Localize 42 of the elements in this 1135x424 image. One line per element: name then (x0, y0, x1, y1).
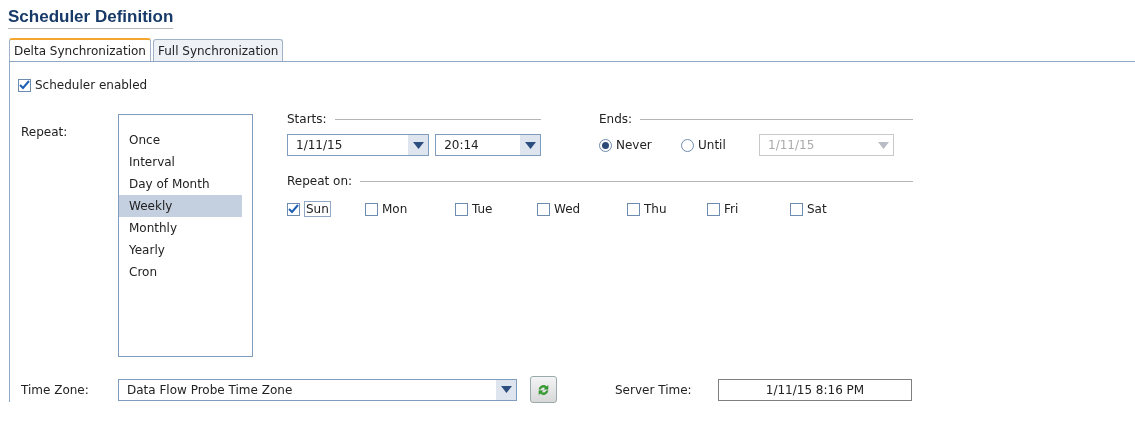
checkbox-label: Sun (304, 201, 331, 217)
radio-label: Until (698, 138, 726, 152)
server-time-field: 1/11/15 8:16 PM (718, 378, 912, 401)
list-item[interactable]: Yearly (119, 239, 242, 261)
field-label: Repeat: (21, 125, 68, 139)
checkbox-label: Sat (807, 202, 827, 216)
checkbox[interactable] (707, 202, 720, 216)
list-item[interactable]: Once (119, 129, 242, 151)
checkbox-label: Thu (644, 202, 667, 216)
checkbox-label: Fri (724, 202, 739, 216)
checkbox[interactable] (287, 202, 300, 216)
refresh-icon[interactable] (530, 376, 557, 403)
checkbox[interactable] (790, 202, 803, 216)
list-item[interactable]: Cron (119, 261, 242, 283)
checkbox-label: Wed (554, 202, 581, 216)
checkbox-label: Scheduler enabled (35, 78, 148, 92)
checkbox[interactable] (455, 202, 468, 216)
date-dropdown[interactable]: 1/11/15 (287, 134, 430, 156)
time-dropdown[interactable]: 20:14 (435, 134, 541, 156)
tab[interactable]: Delta Synchronization (9, 38, 151, 62)
checkbox-label: Tue (472, 202, 493, 216)
section-label: Repeat on: (287, 174, 353, 188)
checkbox[interactable] (365, 202, 378, 216)
section-label: Starts: (287, 112, 327, 126)
repeat-list[interactable]: Once Interval Day of Month Weekly Monthly Yearly Cron (118, 114, 253, 357)
list-item[interactable]: Interval (119, 151, 242, 173)
section-title: Scheduler Definition (8, 7, 174, 29)
checkbox-label: Mon (382, 202, 408, 216)
checkbox[interactable] (18, 78, 31, 92)
tab[interactable]: Full Synchronization (152, 39, 284, 61)
field-label: Server Time: (615, 382, 693, 397)
list-item[interactable]: Day of Month (119, 173, 242, 195)
checkbox[interactable] (627, 202, 640, 216)
list-item[interactable]: Monthly (119, 217, 242, 239)
section-label: Ends: (599, 112, 633, 126)
list-item[interactable]: Weekly (119, 195, 242, 217)
checkbox[interactable] (537, 202, 550, 216)
field-label: Time Zone: (21, 382, 89, 397)
radio-button[interactable] (681, 138, 694, 152)
radio-label: Never (616, 138, 652, 152)
time-zone-dropdown[interactable]: Data Flow Probe Time Zone (118, 378, 517, 401)
radio-button[interactable] (599, 138, 612, 152)
